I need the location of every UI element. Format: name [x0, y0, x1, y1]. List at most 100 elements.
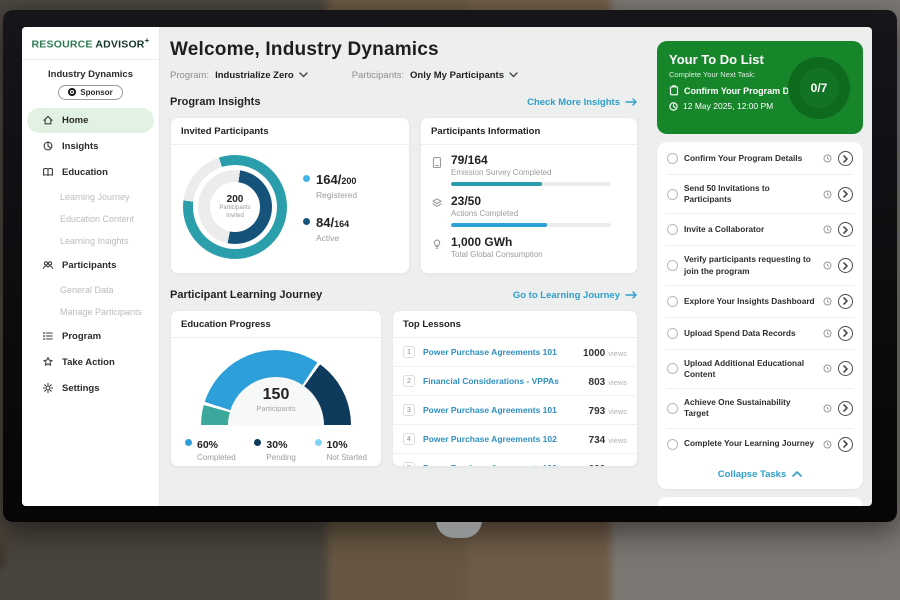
sponsor-badge-label: Sponsor — [80, 88, 112, 97]
lesson-row[interactable]: 2 Financial Considerations - VPPAs 803vi… — [393, 367, 637, 396]
views-suffix: views — [608, 349, 627, 358]
task-open-button[interactable] — [838, 222, 853, 237]
task-open-button[interactable] — [838, 151, 853, 166]
sidebar-item-insights[interactable]: Insights — [27, 134, 154, 159]
collapse-tasks-link[interactable]: Collapse Tasks — [666, 460, 854, 489]
task-row[interactable]: Confirm Your Program Details — [666, 143, 854, 175]
task-checkbox[interactable] — [667, 296, 678, 307]
active-value: 84/ — [316, 215, 334, 230]
legend-label: Not Started — [327, 453, 367, 462]
lesson-link[interactable]: Power Purchase Agreements 103 — [423, 463, 581, 467]
card-title: Invited Participants — [171, 118, 409, 145]
task-checkbox[interactable] — [667, 363, 678, 374]
todo-progress-value: 0/7 — [811, 81, 828, 95]
task-open-button[interactable] — [838, 258, 853, 273]
lesson-rank: 4 — [403, 433, 415, 445]
sidebar-item-education-content[interactable]: Education Content — [22, 208, 159, 230]
task-row[interactable]: Upload Spend Data Records — [666, 318, 854, 350]
task-open-button[interactable] — [838, 401, 853, 416]
sidebar-item-learning-insights[interactable]: Learning Insights — [22, 230, 159, 252]
lesson-link[interactable]: Power Purchase Agreements 101 — [423, 405, 581, 415]
sidebar-item-settings[interactable]: Settings — [27, 376, 154, 401]
sidebar-item-manage-participants[interactable]: Manage Participants — [22, 301, 159, 323]
views-suffix: views — [608, 407, 627, 416]
lesson-row[interactable]: 4 Power Purchase Agreements 102 734views — [393, 425, 637, 454]
sidebar-item-participants[interactable]: Participants — [27, 253, 154, 278]
chevron-up-icon — [792, 471, 802, 477]
lesson-row[interactable]: 3 Power Purchase Agreements 101 793views — [393, 396, 637, 425]
sidebar-item-home[interactable]: Home — [27, 108, 154, 133]
task-label: Invite a Collaborator — [684, 224, 817, 235]
task-checkbox[interactable] — [667, 260, 678, 271]
check-more-insights-link[interactable]: Check More Insights — [527, 97, 638, 108]
bulb-icon — [431, 238, 443, 251]
recent-news-title: Recent News — [668, 506, 852, 507]
sidebar-item-learning-journey[interactable]: Learning Journey — [22, 186, 159, 208]
task-row[interactable]: Verify participants requesting to join t… — [666, 246, 854, 285]
action-star-icon — [42, 356, 54, 368]
completed-dot — [185, 439, 192, 446]
go-to-learning-journey-link[interactable]: Go to Learning Journey — [513, 290, 638, 301]
legend-percent: 10% — [327, 439, 348, 451]
recent-news-card: Recent News — [657, 497, 863, 507]
donut-center-value: 200 — [227, 194, 244, 205]
sidebar-item-education[interactable]: Education — [27, 160, 154, 185]
lesson-rank: 1 — [403, 346, 415, 358]
lesson-rank: 3 — [403, 404, 415, 416]
sidebar-item-general-data[interactable]: General Data — [22, 279, 159, 301]
lesson-link[interactable]: Financial Considerations - VPPAs — [423, 376, 581, 386]
donut-ring-active: 200 Participants Invited — [198, 170, 272, 244]
sidebar-subitem-label: Manage Participants — [60, 307, 142, 317]
task-row[interactable]: Achieve One Sustainability Target — [666, 389, 854, 428]
lesson-row[interactable]: 1 Power Purchase Agreements 101 1000view… — [393, 338, 637, 367]
task-open-button[interactable] — [838, 326, 853, 341]
learning-cards: Education Progress 150 Participants — [170, 310, 638, 467]
task-row[interactable]: Explore Your Insights Dashboard — [666, 286, 854, 318]
task-checkbox[interactable] — [667, 403, 678, 414]
task-label: Achieve One Sustainability Target — [684, 397, 817, 419]
sidebar-item-take-action[interactable]: Take Action — [27, 350, 154, 375]
program-insights-header: Program Insights Check More Insights — [170, 96, 638, 108]
lesson-link[interactable]: Power Purchase Agreements 101 — [423, 347, 575, 357]
sidebar-subitem-label: General Data — [60, 285, 114, 295]
task-row[interactable]: Complete Your Learning Journey — [666, 429, 854, 460]
task-checkbox[interactable] — [667, 328, 678, 339]
sidebar-item-label: Settings — [62, 383, 99, 394]
task-checkbox[interactable] — [667, 189, 678, 200]
participants-dropdown[interactable]: Only My Participants — [410, 70, 518, 81]
task-checkbox[interactable] — [667, 153, 678, 164]
task-checkbox[interactable] — [667, 224, 678, 235]
task-checkbox[interactable] — [667, 439, 678, 450]
todo-due-label: 12 May 2025, 12:00 PM — [683, 101, 773, 111]
participants-information-card: Participants Information 79/164 Emission… — [420, 117, 638, 274]
program-dropdown[interactable]: Industrialize Zero — [215, 70, 308, 81]
views-suffix: views — [608, 436, 627, 445]
task-open-button[interactable] — [838, 294, 853, 309]
legend-label: Pending — [266, 453, 295, 462]
sidebar-item-program[interactable]: Program — [27, 324, 154, 349]
donut-ring-registered: 200 Participants Invited — [183, 155, 287, 259]
sidebar-subitem-label: Education Content — [60, 214, 134, 224]
lesson-row[interactable]: 5 Power Purchase Agreements 103 600views — [393, 454, 637, 467]
participants-filter: Participants: Only My Participants — [352, 70, 518, 81]
chevron-down-icon — [299, 70, 308, 81]
clock-icon — [823, 154, 832, 163]
clock-icon — [823, 261, 832, 270]
task-row[interactable]: Invite a Collaborator — [666, 214, 854, 246]
progress-fill — [451, 182, 542, 186]
stat-label: Total Global Consumption — [451, 250, 543, 259]
donut-center: 200 Participants Invited — [210, 182, 260, 232]
legend-percent: 60% — [197, 439, 218, 451]
gauge-value: 150 — [201, 386, 351, 404]
legend-completed: 60% Completed — [185, 435, 236, 462]
task-row[interactable]: Upload Additional Educational Content — [666, 350, 854, 389]
gear-icon — [42, 382, 54, 394]
task-open-button[interactable] — [838, 361, 853, 376]
todo-progress-ring: 0/7 — [788, 57, 850, 119]
lesson-link[interactable]: Power Purchase Agreements 102 — [423, 434, 581, 444]
task-row[interactable]: Send 50 Invitations to Participants — [666, 175, 854, 214]
task-open-button[interactable] — [838, 437, 853, 452]
lesson-views: 600 — [589, 464, 606, 467]
task-label: Send 50 Invitations to Participants — [684, 183, 817, 205]
task-open-button[interactable] — [838, 187, 853, 202]
